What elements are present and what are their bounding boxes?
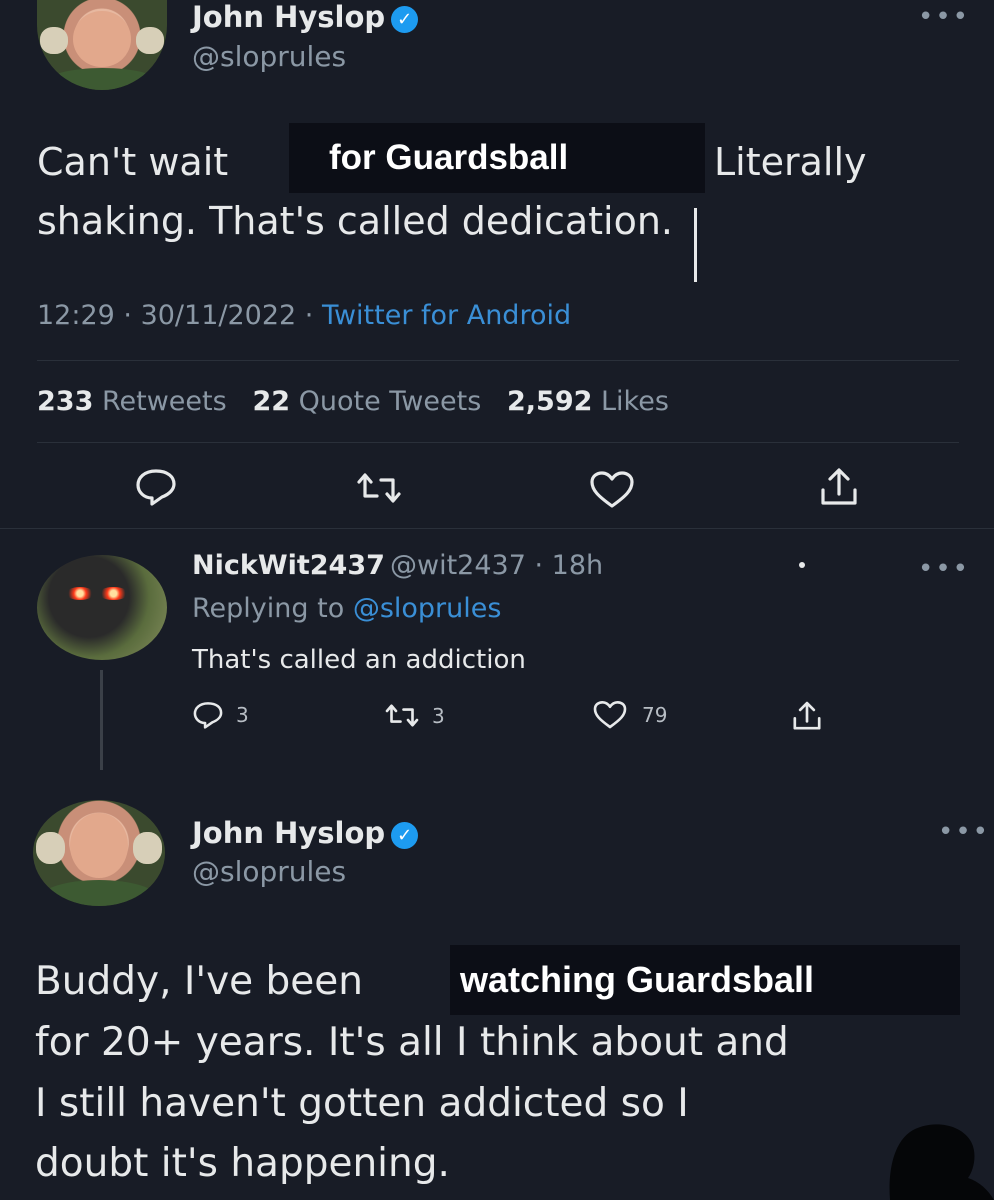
reply-action-like[interactable]: 79 bbox=[592, 700, 667, 730]
stray-dot bbox=[799, 562, 805, 568]
share-icon[interactable] bbox=[818, 466, 860, 508]
divider bbox=[0, 528, 994, 529]
reply-action-retweet[interactable]: 3 bbox=[384, 702, 445, 729]
more-options-icon[interactable]: ••• bbox=[918, 2, 970, 32]
more-options-icon[interactable]: ••• bbox=[938, 817, 990, 847]
more-options-icon[interactable]: ••• bbox=[918, 554, 970, 584]
redaction-box: watching Guardsball bbox=[450, 945, 960, 1015]
response-text-part: Buddy, I've been bbox=[35, 959, 364, 1004]
tweet-source[interactable]: Twitter for Android bbox=[322, 300, 571, 331]
reply-header: NickWit2437 @wit2437 · 18h bbox=[192, 550, 603, 581]
tweet-time[interactable]: 12:29 bbox=[37, 300, 115, 331]
tweet-text: Can't wait bbox=[37, 133, 228, 191]
author-handle[interactable]: @sloprules bbox=[192, 40, 346, 73]
divider bbox=[37, 442, 959, 443]
tweet-text-part-after: Literally bbox=[714, 140, 867, 184]
separator: · bbox=[525, 550, 552, 581]
thread-line bbox=[100, 670, 103, 770]
redaction-box: for Guardsball bbox=[289, 123, 705, 193]
author-name-text[interactable]: John Hyslop bbox=[192, 0, 385, 34]
share-icon[interactable] bbox=[791, 700, 823, 732]
likes-stat[interactable]: 2,592 Likes bbox=[507, 386, 669, 417]
tweet-text-part: Can't wait bbox=[37, 140, 229, 184]
response-author-handle[interactable]: @sloprules bbox=[192, 855, 346, 888]
tweet-meta: 12:29 · 30/11/2022 · Twitter for Android bbox=[37, 300, 572, 331]
response-text-line3: I still haven't gotten addicted so I bbox=[35, 1081, 689, 1126]
verified-badge-icon: ✓ bbox=[391, 821, 419, 849]
response-text-line4: doubt it's happening. bbox=[35, 1141, 450, 1186]
like-icon bbox=[593, 700, 627, 729]
retweets-stat[interactable]: 233 Retweets bbox=[37, 386, 227, 417]
silhouette-overlay bbox=[870, 1120, 994, 1200]
response-author-name[interactable]: John Hyslop ✓ bbox=[192, 816, 419, 850]
reply-text: That's called an addiction bbox=[192, 645, 526, 675]
response-author-name-text[interactable]: John Hyslop bbox=[192, 816, 385, 850]
replying-to-handle[interactable]: @sloprules bbox=[353, 593, 502, 624]
reply-author-name[interactable]: NickWit2437 bbox=[192, 550, 385, 581]
author-avatar[interactable] bbox=[37, 0, 167, 90]
tweet-text-line2: shaking. That's called dedication. bbox=[37, 199, 673, 243]
tweet-stats: 233 Retweets 22 Quote Tweets 2,592 Likes bbox=[37, 386, 669, 417]
like-count: 79 bbox=[642, 703, 668, 727]
retweet-icon bbox=[385, 704, 419, 727]
text-cursor bbox=[694, 208, 697, 282]
response-text-line2: for 20+ years. It's all I think about an… bbox=[35, 1020, 789, 1065]
like-icon[interactable] bbox=[588, 470, 636, 510]
replying-to-prefix: Replying to bbox=[192, 593, 345, 624]
reply-icon[interactable] bbox=[134, 467, 178, 507]
reply-avatar[interactable] bbox=[37, 555, 167, 660]
reply-count: 3 bbox=[236, 703, 249, 727]
retweet-count: 3 bbox=[432, 703, 445, 728]
replying-to: Replying to @sloprules bbox=[192, 593, 501, 624]
redacted-text: for Guardsball bbox=[329, 138, 569, 177]
author-name[interactable]: John Hyslop ✓ bbox=[192, 0, 419, 34]
verified-badge-icon: ✓ bbox=[391, 5, 419, 33]
reply-age[interactable]: 18h bbox=[552, 550, 603, 581]
redacted-text: watching Guardsball bbox=[460, 959, 815, 1000]
reply-action-reply[interactable]: 3 bbox=[192, 700, 249, 730]
reply-author-handle[interactable]: @wit2437 bbox=[390, 550, 526, 581]
response-avatar[interactable] bbox=[33, 800, 165, 906]
retweet-icon[interactable] bbox=[355, 470, 403, 506]
quotes-stat[interactable]: 22 Quote Tweets bbox=[252, 386, 481, 417]
reply-icon bbox=[193, 702, 223, 729]
divider bbox=[37, 360, 959, 361]
tweet-date[interactable]: 30/11/2022 bbox=[141, 300, 297, 331]
